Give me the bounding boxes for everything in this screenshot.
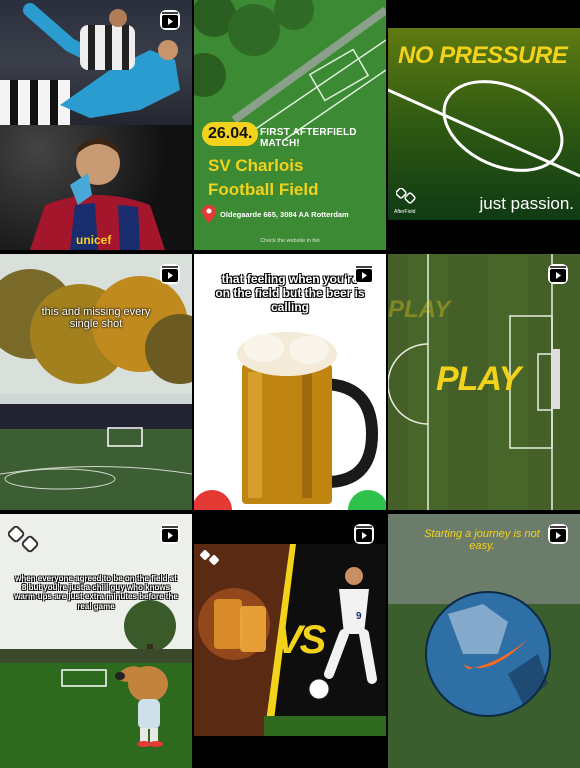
post-play[interactable]: PLAY PLAY: [388, 254, 580, 510]
website-footer: Check the website in bio: [260, 238, 320, 244]
tagline: just passion.: [479, 194, 575, 213]
location-pin-icon: [202, 205, 216, 223]
posts-grid: unicef 26.04. FIRST AFTERFIELD MATCH! SV…: [0, 0, 580, 768]
venue-title-line-2: Football Field: [208, 180, 319, 199]
post-bicycle-kick[interactable]: unicef: [0, 0, 192, 250]
post-caption: when everyone agreed to be on the field …: [14, 574, 178, 611]
post-caption: this and missing every single shot: [41, 306, 151, 330]
reels-icon: [160, 10, 180, 30]
football-closeup-photo: [388, 514, 580, 768]
reels-icon: [354, 264, 374, 284]
no-pressure-card: NO PRESSURE just passion. AfterField: [388, 28, 580, 220]
post-beer[interactable]: that feeling when you're on the field bu…: [194, 254, 386, 510]
post-journey[interactable]: Starting a journey is not easy.: [388, 514, 580, 768]
post-versus[interactable]: 9 VS: [194, 514, 386, 768]
shirt-sponsor-text: unicef: [76, 233, 112, 247]
jersey-number: 9: [356, 611, 362, 622]
reels-icon: [160, 524, 180, 544]
afterfield-logo-icon: [8, 526, 39, 553]
messi-photo: unicef: [0, 125, 192, 250]
faded-play-word: PLAY: [388, 296, 451, 323]
reels-icon: [548, 524, 568, 544]
play-headline: PLAY: [436, 360, 521, 398]
post-warmups[interactable]: when everyone agreed to be on the field …: [0, 514, 192, 768]
post-first-match[interactable]: 26.04. FIRST AFTERFIELD MATCH! SV Charlo…: [194, 0, 386, 250]
messi-illustration: [30, 138, 165, 250]
venue-title-line-1: SV Charlois: [208, 156, 304, 175]
reels-icon: [548, 264, 568, 284]
no-pressure-title: NO PRESSURE: [398, 42, 568, 69]
park-field-photo: [0, 254, 192, 510]
post-missing-shots[interactable]: this and missing every single shot: [0, 254, 192, 510]
versus-text: VS: [276, 618, 326, 662]
venue-address: Oldegaarde 665, 3084 AA Rotterdam: [220, 210, 349, 219]
headline: FIRST AFTERFIELD MATCH!: [260, 127, 357, 149]
reels-icon: [160, 264, 180, 284]
reels-icon: [354, 524, 374, 544]
brand-name: AfterField: [394, 209, 416, 215]
post-no-pressure[interactable]: NO PRESSURE just passion. AfterField: [388, 0, 580, 250]
afterfield-logo-icon: [396, 188, 416, 204]
date-badge: 26.04.: [202, 122, 259, 146]
afterfield-logo-icon: [200, 550, 219, 565]
